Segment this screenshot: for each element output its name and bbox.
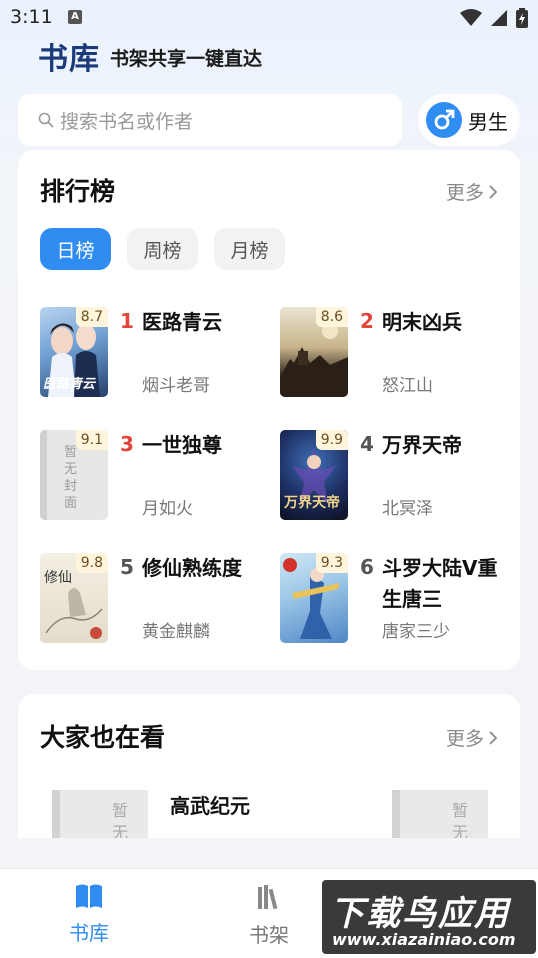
ranking-more-link[interactable]: 更多 — [446, 178, 498, 205]
book-cover: 8.6 — [280, 307, 348, 397]
book-cover: 修仙 9.8 — [40, 553, 108, 643]
score-badge: 9.8 — [75, 553, 108, 573]
book-cover-text: 暂无 — [452, 801, 469, 838]
score-badge: 8.7 — [75, 307, 108, 327]
nav-label: 书库 — [69, 921, 109, 945]
search-icon — [38, 112, 54, 128]
watermark-logo: 下载鸟应用 www.xiazainiao.com — [322, 880, 536, 954]
nav-label: 书架 — [249, 923, 289, 947]
ranking-book-item[interactable]: 9.3 6 斗罗大陆V重生唐三 唐家三少 — [280, 553, 510, 645]
chevron-right-icon — [489, 184, 498, 199]
status-notification-badge: A — [68, 10, 82, 24]
book-author: 北冥泽 — [382, 499, 433, 519]
book-title: 明末凶兵 — [382, 310, 462, 334]
signal-icon — [491, 10, 507, 26]
status-icons — [460, 8, 528, 28]
ranking-title: 排行榜 — [40, 177, 116, 206]
book-author: 黄金麒麟 — [142, 622, 210, 642]
ranking-card: 排行榜 更多 日榜 周榜 月榜 医路青云 8.7 1 医路青云 烟斗老哥 8.6… — [18, 150, 520, 670]
score-badge: 9.9 — [315, 430, 348, 450]
status-bar: 3:11 A — [0, 0, 538, 34]
search-input[interactable]: 搜索书名或作者 — [18, 94, 402, 146]
book-title: 修仙熟练度 — [142, 556, 242, 580]
book-cover-text: 医路青云 — [43, 377, 96, 392]
ranking-tabs: 日榜 周榜 月榜 — [40, 228, 285, 270]
library-book-icon — [76, 884, 102, 908]
bookshelf-icon — [258, 885, 278, 910]
book-author: 唐家三少 — [382, 622, 450, 642]
tab-monthly[interactable]: 月榜 — [214, 228, 285, 270]
recommend-book-cover[interactable]: 暂无 — [52, 790, 148, 838]
book-cover: 医路青云 8.7 — [40, 307, 108, 397]
rank-number: 1 — [120, 309, 134, 333]
recommend-book-cover[interactable]: 暂无 — [392, 790, 488, 838]
book-author: 烟斗老哥 — [142, 376, 210, 396]
book-author: 怒江山 — [382, 376, 433, 396]
watermark-url: www.xiazainiao.com — [332, 930, 516, 949]
score-badge: 9.1 — [75, 430, 108, 450]
book-cover-text: 暂无封面 — [64, 445, 78, 511]
rank-number: 3 — [120, 432, 134, 456]
page-title: 书库 — [38, 42, 100, 77]
book-title: 一世独尊 — [142, 433, 222, 457]
book-title: 医路青云 — [142, 310, 222, 334]
gender-toggle-button[interactable]: 男生 — [418, 94, 520, 146]
page-subtitle: 书架共享一键直达 — [110, 48, 263, 70]
rank-number: 6 — [360, 555, 374, 579]
book-cover: 9.3 — [280, 553, 348, 643]
recommend-book-title[interactable]: 高武纪元 — [170, 790, 250, 819]
more-label: 更多 — [445, 182, 484, 204]
recommend-more-link[interactable]: 更多 — [446, 724, 498, 751]
book-author: 月如火 — [142, 499, 193, 519]
more-label: 更多 — [445, 728, 484, 750]
tab-weekly[interactable]: 周榜 — [127, 228, 198, 270]
book-cover: 暂无封面 9.1 — [40, 430, 108, 520]
battery-icon — [516, 8, 528, 28]
rank-number: 2 — [360, 309, 374, 333]
ranking-book-item[interactable]: 万界天帝 9.9 4 万界天帝 北冥泽 — [280, 430, 510, 522]
wifi-icon — [460, 9, 482, 26]
ranking-book-item[interactable]: 暂无封面 9.1 3 一世独尊 月如火 — [40, 430, 270, 522]
nav-item-bookshelf[interactable]: 书架 — [224, 883, 314, 948]
ranking-book-item[interactable]: 修仙 9.8 5 修仙熟练度 黄金麒麟 — [40, 553, 270, 645]
gender-label: 男生 — [468, 109, 508, 134]
book-cover-text: 暂无 — [112, 801, 129, 838]
chevron-right-icon — [489, 730, 498, 745]
score-badge: 9.3 — [315, 553, 348, 573]
status-time: 3:11 — [10, 6, 53, 28]
recommend-title: 大家也在看 — [40, 723, 166, 752]
score-badge: 8.6 — [315, 307, 348, 327]
watermark-text: 下载鸟应用 — [330, 894, 510, 934]
recommend-card: 大家也在看 更多 暂无 高武纪元 暂无 — [18, 694, 520, 838]
male-symbol-icon — [426, 102, 462, 138]
nav-item-library[interactable]: 书库 — [44, 883, 134, 946]
book-title: 斗罗大陆V重生唐三 — [382, 556, 498, 611]
book-title: 万界天帝 — [382, 433, 462, 457]
tab-daily[interactable]: 日榜 — [40, 228, 111, 270]
ranking-book-item[interactable]: 医路青云 8.7 1 医路青云 烟斗老哥 — [40, 307, 270, 399]
ranking-book-item[interactable]: 8.6 2 明末凶兵 怒江山 — [280, 307, 510, 399]
rank-number: 4 — [360, 432, 374, 456]
book-cover-text: 万界天帝 — [284, 495, 340, 511]
book-cover-text: 修仙 — [44, 570, 72, 586]
search-placeholder: 搜索书名或作者 — [60, 110, 194, 133]
book-cover: 万界天帝 9.9 — [280, 430, 348, 520]
rank-number: 5 — [120, 555, 134, 579]
